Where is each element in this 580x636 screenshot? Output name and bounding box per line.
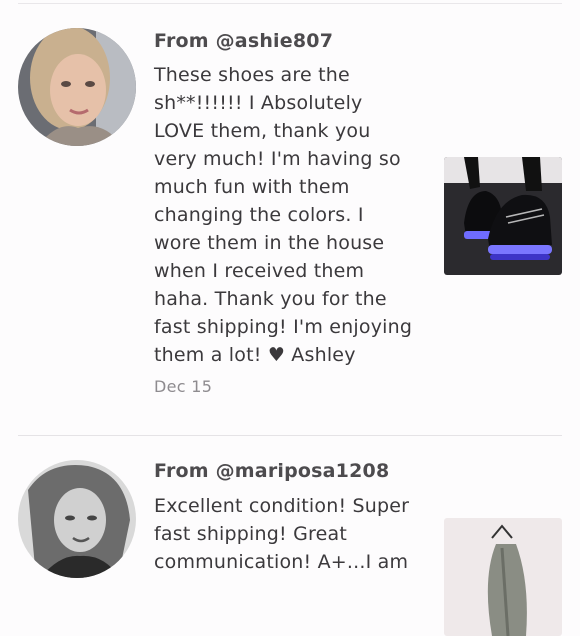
review-divider [18,435,562,436]
reviewer-avatar[interactable] [18,460,136,578]
review-text: Excellent condition! Super fast shipping… [154,495,410,573]
review-date: Dec 15 [154,377,213,396]
review-text: These shoes are the sh**!!!!!! I Absolut… [154,64,413,366]
purchased-item-thumbnail[interactable] [444,157,562,275]
purchased-item-thumbnail[interactable] [444,518,562,636]
top-divider [18,3,562,4]
reviewer-avatar[interactable] [18,28,136,146]
reviewer-name[interactable]: From @mariposa1208 [154,460,389,482]
reviewer-name[interactable]: From @ashie807 [154,30,333,52]
